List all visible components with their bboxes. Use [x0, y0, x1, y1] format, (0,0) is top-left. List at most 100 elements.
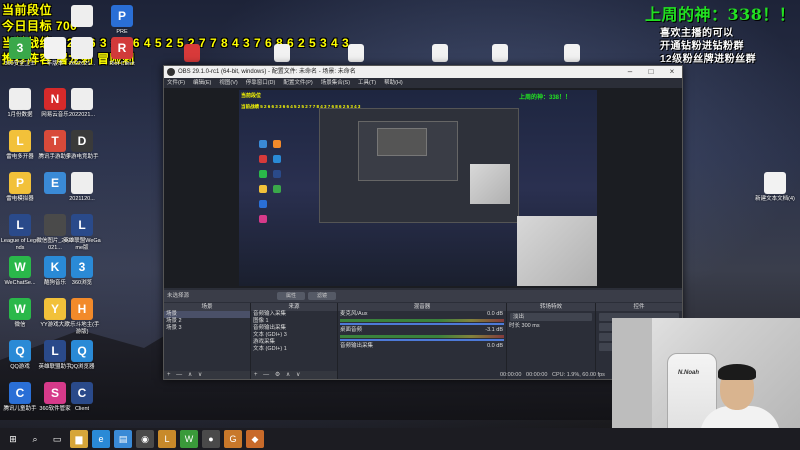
icon-doc-top-2[interactable] [262, 44, 302, 64]
obs-menu-item[interactable]: 视图(V) [219, 78, 237, 88]
desktop-icon-icon-panel[interactable]: C 腾讯儿童助手 [0, 382, 40, 413]
close-button[interactable]: × [662, 66, 682, 78]
icon-doc-top-1[interactable] [172, 44, 212, 64]
desktop-icon-icon-store[interactable]: L 雷电多开器 [0, 130, 40, 161]
obs-menu-item[interactable]: 配置文件(P) [283, 78, 312, 88]
obs-title-text: OBS 29.1.0-rc1 (64-bit, windows) - 配置文件:… [178, 69, 356, 75]
duration-row: 时长 300 ms [509, 323, 540, 329]
scenes-dock: 场景 场景 场景 2 场景 3 + — ∧ ∨ [164, 303, 250, 379]
desktop-icon-icon-qq-game[interactable]: Q QQ游戏 [0, 340, 40, 371]
new-text-doc-icon[interactable]: 新建文本文档(4) [755, 172, 795, 203]
mixer-dock: 混音器 麦克风/Aux 0.0 dB 桌面音频 -3.1 dB 音频输出采集 0… [338, 303, 506, 379]
mixer-volume-slider[interactable] [340, 323, 504, 325]
transition-select[interactable]: 淡出 [510, 313, 592, 321]
desktop-icon-icon-lol[interactable]: L League of Legends [0, 214, 40, 251]
desktop-icon-icon-lol-client[interactable]: L 英雄联盟WeGame版 [62, 214, 102, 251]
desktop-icon-icon-client[interactable]: C Client [62, 382, 102, 413]
desktop-icon-icon-doc-3[interactable]: 1月份数据 [0, 88, 40, 119]
rec-timer: 00:00:00 [526, 372, 548, 378]
source-item[interactable]: 音频输入采集 [251, 311, 337, 318]
obs-menu-item[interactable]: 场景集合(S) [321, 78, 350, 88]
source-item[interactable]: 音频输出采集 [251, 325, 337, 332]
source-item[interactable]: 游戏采集 [251, 339, 337, 346]
source-item[interactable]: 文本 (GDI+) 3 [251, 332, 337, 339]
obs-titlebar[interactable]: OBS 29.1.0-rc1 (64-bit, windows) - 配置文件:… [164, 66, 682, 78]
icon-doc-top-5[interactable] [480, 44, 520, 64]
desktop-icon-label: 1月份数据 [7, 112, 33, 118]
mixer-meter [340, 335, 504, 338]
scene-item[interactable]: 场景 3 [164, 325, 250, 332]
taskbar-explorer-icon[interactable]: ▆ [70, 430, 88, 448]
taskbar-lol-icon[interactable]: L [158, 430, 176, 448]
preview-app-icon [273, 140, 281, 148]
desktop-icon-icon-leidian[interactable]: P 雷电模拟器 [0, 172, 40, 203]
desktop-icon-icon-huya[interactable]: D 多游电竞助手 [62, 130, 102, 161]
taskbar-search-icon[interactable]: ⌕ [26, 430, 44, 448]
desktop-icon-icon-doc-4[interactable]: 2022021... [62, 88, 102, 119]
mixer-volume-slider[interactable] [340, 339, 504, 341]
desktop-icon-label: 2021120... [69, 196, 95, 202]
taskbar-files-icon[interactable]: ▤ [114, 430, 132, 448]
taskbar-obs-icon[interactable]: ● [202, 430, 220, 448]
desktop-icon-icon-wechat-se[interactable]: W WeChatSe... [0, 256, 40, 287]
obs-menu-item[interactable]: 工具(T) [358, 78, 376, 88]
source-item[interactable]: 文本 (GDI+) 1 [251, 346, 337, 353]
maximize-button[interactable]: □ [641, 66, 661, 78]
taskbar-taskview-icon[interactable]: ▭ [48, 430, 66, 448]
desktop-icon-icon-riot[interactable]: R Riot Client [102, 37, 142, 68]
taskbar-wechat-icon[interactable]: W [180, 430, 198, 448]
taskbar-app1-icon[interactable]: G [224, 430, 242, 448]
desktop-icon-icon-doc-2[interactable]: 2022021... [62, 37, 102, 68]
obs-preview-area[interactable]: 当前段位 当前战绩 5 2 6 6 3 3 6 6 4 5 2 5 2 7 7 … [164, 88, 682, 288]
duration-input[interactable]: 300 ms [522, 323, 540, 329]
document-icon [492, 44, 508, 62]
icon-huya: D [71, 130, 93, 152]
weekly-god-text: 上周的神：338！！ [645, 5, 796, 24]
preview-canvas[interactable]: 当前段位 当前战绩 5 2 6 6 3 3 6 6 4 5 2 5 2 7 7 … [239, 90, 597, 286]
desktop-icon-icon-360-browser[interactable]: 3 360浏览 [62, 256, 102, 287]
mixer-meter [340, 319, 504, 322]
obs-window[interactable]: OBS 29.1.0-rc1 (64-bit, windows) - 配置文件:… [163, 65, 683, 380]
scenes-title: 场景 [164, 303, 250, 311]
scenes-toolbar[interactable]: + — ∧ ∨ [164, 371, 250, 379]
desktop-icon-icon-doc-5[interactable]: 2021120... [62, 172, 102, 203]
start-button[interactable]: ⊞ [4, 430, 22, 448]
source-item[interactable]: 图像 1 [251, 318, 337, 325]
chair-brand-label: N.Noah [678, 370, 699, 376]
icon-doc-top-6[interactable] [552, 44, 592, 64]
icon-wechat-se: W [9, 256, 31, 278]
properties-button[interactable]: 属性 [277, 292, 305, 300]
obs-menu-item[interactable]: 文件(F) [167, 78, 185, 88]
obs-menu-item[interactable]: 帮助(H) [384, 78, 403, 88]
obs-menubar: 文件(F) 编辑(E) 视图(V) 停靠窗口(D) 配置文件(P) 场景集合(S) 工具(T… [164, 78, 682, 88]
taskbar-app2-icon[interactable]: ◆ [246, 430, 264, 448]
desktop-icon-icon-wechat[interactable]: W 微信 [0, 298, 40, 329]
preview-nested-obs-2 [358, 121, 458, 181]
mixer-title: 混音器 [338, 303, 506, 311]
icon-doc-top-3[interactable] [336, 44, 376, 64]
scene-item[interactable]: 场景 [164, 311, 250, 318]
icon-lol-client: L [71, 214, 93, 236]
icon-happy: H [71, 298, 93, 320]
transitions-title: 转场特效 [507, 303, 595, 311]
taskbar-edge-icon[interactable]: e [92, 430, 110, 448]
desktop-icon-icon-pre[interactable]: P PRE [102, 5, 142, 36]
desktop-icon-label: 2022021... [69, 112, 95, 118]
sources-toolbar[interactable]: + — ⚙ ∧ ∨ [251, 371, 337, 379]
desktop-icon-icon-happy[interactable]: H 欢乐斗地主(手游版) [62, 298, 102, 335]
obs-menu-item[interactable]: 停靠窗口(D) [246, 78, 276, 88]
minimize-button[interactable]: – [620, 66, 640, 78]
preview-overlay-text: 当前段位 [241, 93, 262, 99]
preview-app-icon [273, 155, 281, 163]
icon-leidian: P [9, 172, 31, 194]
obs-menu-item[interactable]: 编辑(E) [193, 78, 211, 88]
filters-button[interactable]: 滤镜 [308, 292, 336, 300]
desktop-icon-icon-360-safe[interactable]: 3 360安全卫士 [0, 37, 40, 68]
desktop-icon-icon-qq-browser[interactable]: Q QQ浏览器 [62, 340, 102, 371]
desktop-icon-icon-doc-1[interactable] [62, 5, 102, 29]
scene-item[interactable]: 场景 2 [164, 318, 250, 325]
desktop-icon-label: 腾讯儿童助手 [3, 406, 37, 412]
icon-doc-top-4[interactable] [420, 44, 460, 64]
taskbar-chrome-icon[interactable]: ◉ [136, 430, 154, 448]
icon-360-browser: 3 [71, 256, 93, 278]
